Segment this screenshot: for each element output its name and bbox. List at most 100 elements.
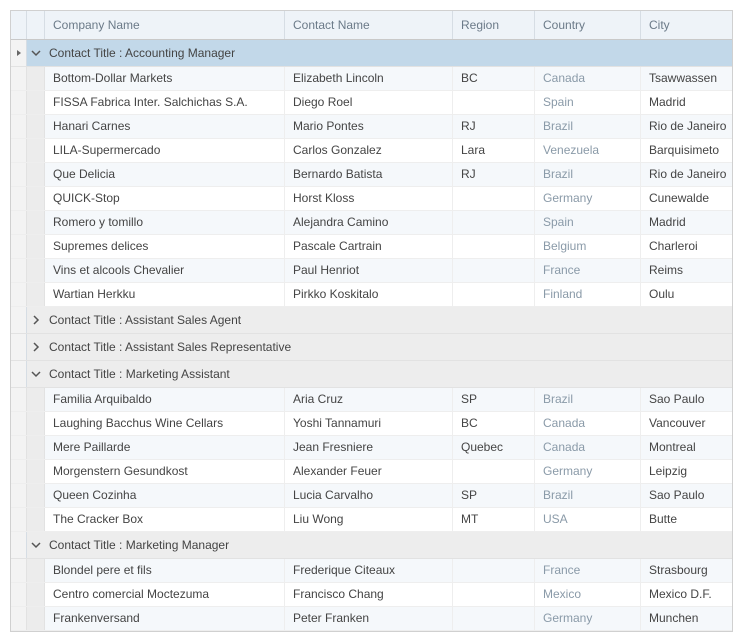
cell-company: Blondel pere et fils [45,559,285,582]
chevron-down-icon [31,369,41,379]
table-row[interactable]: The Cracker BoxLiu WongMTUSAButte [11,508,732,532]
cell-contact: Alexander Feuer [285,460,453,483]
cell-contact: Diego Roel [285,91,453,114]
cell-company: Romero y tomillo [45,211,285,234]
table-row[interactable]: Vins et alcools ChevalierPaul HenriotFra… [11,259,732,283]
row-group-gutter [27,583,45,606]
group-row[interactable]: Contact Title : Marketing Assistant [11,361,732,388]
row-indicator [11,361,27,387]
group-row[interactable]: Contact Title : Accounting Manager [11,40,732,67]
cell-company: Bottom-Dollar Markets [45,67,285,90]
table-row[interactable]: Laughing Bacchus Wine CellarsYoshi Tanna… [11,412,732,436]
group-label: Contact Title : Assistant Sales Agent [45,307,732,333]
cell-country: Venezuela [535,139,641,162]
table-row[interactable]: Morgenstern GesundkostAlexander FeuerGer… [11,460,732,484]
cell-region [453,235,535,258]
cell-country: Finland [535,283,641,306]
group-label: Contact Title : Assistant Sales Represen… [45,334,732,360]
row-indicator-header [11,11,27,39]
row-group-gutter [27,139,45,162]
cell-region [453,187,535,210]
row-indicator [11,139,27,162]
chevron-down-icon [31,48,41,58]
row-indicator [11,187,27,210]
cell-country: France [535,559,641,582]
cell-city: Madrid [641,211,732,234]
row-indicator [11,283,27,306]
group-expand-toggle[interactable] [27,532,45,558]
cell-company: The Cracker Box [45,508,285,531]
chevron-right-icon [31,315,41,325]
cell-contact: Frederique Citeaux [285,559,453,582]
cell-company: LILA-Supermercado [45,139,285,162]
table-row[interactable]: Hanari CarnesMario PontesRJBrazilRio de … [11,115,732,139]
cell-region: Quebec [453,436,535,459]
table-row[interactable]: Romero y tomilloAlejandra CaminoSpainMad… [11,211,732,235]
column-header-company[interactable]: Company Name [45,11,285,39]
cell-country: Germany [535,187,641,210]
table-row[interactable]: QUICK-StopHorst KlossGermanyCunewalde [11,187,732,211]
row-group-gutter [27,91,45,114]
cell-city: Vancouver [641,412,732,435]
cell-country: Canada [535,412,641,435]
row-group-gutter [27,412,45,435]
group-label: Contact Title : Marketing Manager [45,532,732,558]
cell-region [453,91,535,114]
row-group-gutter [27,283,45,306]
table-row[interactable]: LILA-SupermercadoCarlos GonzalezLaraVene… [11,139,732,163]
row-group-gutter [27,508,45,531]
group-label: Contact Title : Marketing Assistant [45,361,732,387]
row-indicator [11,583,27,606]
cell-company: Queen Cozinha [45,484,285,507]
group-expand-toggle[interactable] [27,40,45,66]
column-header-region[interactable]: Region [453,11,535,39]
cell-contact: Carlos Gonzalez [285,139,453,162]
column-header-row: Company Name Contact Name Region Country… [11,11,732,40]
cell-region [453,460,535,483]
cell-city: Leipzig [641,460,732,483]
table-row[interactable]: Wartian HerkkuPirkko KoskitaloFinlandOul… [11,283,732,307]
expand-column-header [27,11,45,39]
row-indicator [11,91,27,114]
row-group-gutter [27,607,45,630]
cell-region: SP [453,484,535,507]
table-row[interactable]: Familia ArquibaldoAria CruzSPBrazilSao P… [11,388,732,412]
group-expand-toggle[interactable] [27,307,45,333]
cell-region: BC [453,67,535,90]
group-expand-toggle[interactable] [27,334,45,360]
cell-country: Belgium [535,235,641,258]
table-row[interactable]: Centro comercial MoctezumaFrancisco Chan… [11,583,732,607]
table-row[interactable]: FrankenversandPeter FrankenGermanyMunche… [11,607,732,631]
row-indicator [11,235,27,258]
table-row[interactable]: Que DeliciaBernardo BatistaRJBrazilRio d… [11,163,732,187]
table-row[interactable]: Supremes delicesPascale CartrainBelgiumC… [11,235,732,259]
row-group-gutter [27,436,45,459]
group-expand-toggle[interactable] [27,361,45,387]
cell-contact: Alejandra Camino [285,211,453,234]
table-row[interactable]: Queen CozinhaLucia CarvalhoSPBrazilSao P… [11,484,732,508]
cell-region [453,607,535,630]
cell-country: Germany [535,460,641,483]
row-pointer-icon [15,49,23,57]
column-header-city[interactable]: City [641,11,732,39]
cell-contact: Peter Franken [285,607,453,630]
row-indicator [11,532,27,558]
cell-city: Madrid [641,91,732,114]
table-row[interactable]: Bottom-Dollar MarketsElizabeth LincolnBC… [11,67,732,91]
group-row[interactable]: Contact Title : Marketing Manager [11,532,732,559]
group-row[interactable]: Contact Title : Assistant Sales Represen… [11,334,732,361]
cell-country: Canada [535,67,641,90]
group-row[interactable]: Contact Title : Assistant Sales Agent [11,307,732,334]
cell-city: Strasbourg [641,559,732,582]
row-indicator [11,40,27,66]
table-row[interactable]: FISSA Fabrica Inter. Salchichas S.A.Dieg… [11,91,732,115]
row-group-gutter [27,559,45,582]
cell-city: Butte [641,508,732,531]
column-header-contact[interactable]: Contact Name [285,11,453,39]
cell-contact: Paul Henriot [285,259,453,282]
cell-company: Mere Paillarde [45,436,285,459]
column-header-country[interactable]: Country [535,11,641,39]
table-row[interactable]: Mere PaillardeJean FresniereQuebecCanada… [11,436,732,460]
cell-contact: Francisco Chang [285,583,453,606]
row-indicator [11,211,27,234]
